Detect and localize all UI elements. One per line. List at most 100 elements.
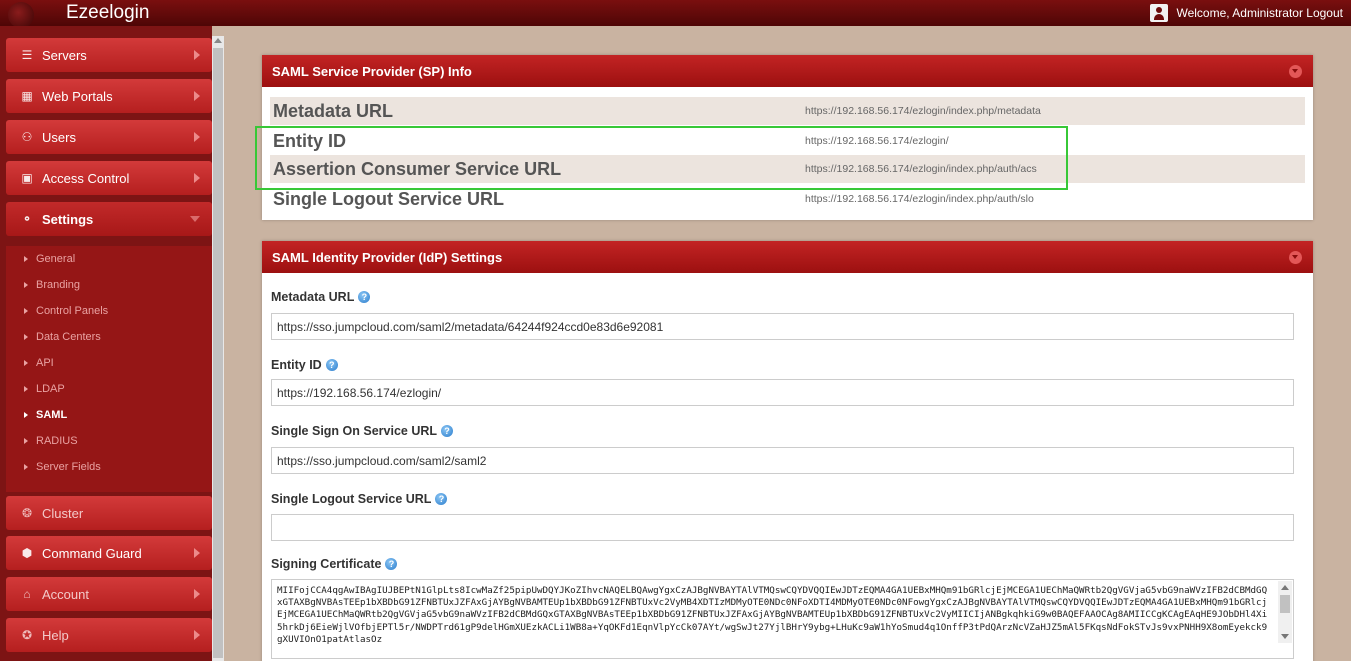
chevron-right-icon bbox=[194, 173, 200, 183]
submenu-item-general[interactable]: General bbox=[6, 246, 212, 272]
chevron-right-icon bbox=[194, 50, 200, 60]
submenu-item-control-panels[interactable]: Control Panels bbox=[6, 298, 212, 324]
sidebar-item-servers[interactable]: ☰ Servers bbox=[6, 38, 212, 72]
field-label-text: Entity ID bbox=[271, 358, 322, 372]
scroll-down-arrow-icon[interactable] bbox=[1281, 634, 1289, 639]
sidebar-item-command-guard[interactable]: ⬢ Command Guard bbox=[6, 536, 212, 570]
field-label-text: Single Logout Service URL bbox=[271, 492, 432, 506]
submenu-item-radius[interactable]: RADIUS bbox=[6, 428, 212, 454]
idp-slo-url-input[interactable] bbox=[271, 514, 1294, 541]
sidebar-item-settings[interactable]: ⚬ Settings bbox=[6, 202, 212, 236]
sidebar-item-access-control[interactable]: ▣ Access Control bbox=[6, 161, 212, 195]
shield-icon: ⬢ bbox=[21, 546, 33, 560]
collapse-icon[interactable] bbox=[1289, 251, 1302, 264]
idp-sso-url-input[interactable] bbox=[271, 447, 1294, 474]
sidebar-item-label: Cluster bbox=[42, 505, 84, 521]
bullet-icon bbox=[24, 360, 28, 366]
sidebar-item-label: Access Control bbox=[42, 170, 130, 186]
sidebar-item-label: Servers bbox=[42, 47, 87, 63]
sp-row-label: Metadata URL bbox=[273, 100, 394, 121]
submenu-item-api[interactable]: API bbox=[6, 350, 212, 376]
sp-row-label: Single Logout Service URL bbox=[273, 188, 505, 209]
bullet-icon bbox=[24, 438, 28, 444]
sidebar-item-label: Users bbox=[42, 129, 76, 145]
sidebar-item-label: Settings bbox=[42, 211, 94, 227]
submenu-item-branding[interactable]: Branding bbox=[6, 272, 212, 298]
idp-entity-id-input[interactable] bbox=[271, 379, 1294, 406]
chevron-right-icon bbox=[194, 548, 200, 558]
scroll-up-arrow-icon[interactable] bbox=[1281, 585, 1289, 590]
cluster-icon: ❂ bbox=[21, 506, 33, 520]
submenu-label: RADIUS bbox=[36, 435, 78, 447]
welcome-logout-link[interactable]: Welcome, Administrator Logout bbox=[1176, 6, 1343, 20]
brand-name[interactable]: Ezeelogin bbox=[66, 2, 149, 24]
sidebar-scrollbar[interactable] bbox=[212, 36, 224, 661]
idp-panel-title: SAML Identity Provider (IdP) Settings bbox=[272, 249, 503, 265]
settings-submenu: General Branding Control Panels Data Cen… bbox=[6, 246, 212, 492]
chevron-right-icon bbox=[194, 589, 200, 599]
sp-row-value: https://192.168.56.174/ezlogin/index.php… bbox=[805, 105, 1041, 117]
scrollbar-thumb[interactable] bbox=[1280, 595, 1290, 613]
sidebar-item-cluster[interactable]: ❂ Cluster bbox=[6, 496, 212, 530]
scroll-up-arrow-icon[interactable] bbox=[214, 38, 222, 43]
submenu-label: LDAP bbox=[36, 383, 65, 395]
bullet-icon bbox=[24, 282, 28, 288]
submenu-label: SAML bbox=[36, 409, 68, 421]
sidebar-item-account[interactable]: ⌂ Account bbox=[6, 577, 212, 611]
help-icon: ✪ bbox=[21, 628, 33, 642]
submenu-item-ldap[interactable]: LDAP bbox=[6, 376, 212, 402]
submenu-item-saml[interactable]: SAML bbox=[6, 402, 212, 428]
idp-entity-id-label: Entity ID ? bbox=[271, 358, 338, 372]
bullet-icon bbox=[24, 308, 28, 314]
info-icon[interactable]: ? bbox=[435, 493, 448, 505]
submenu-label: API bbox=[36, 357, 54, 369]
sp-panel-title: SAML Service Provider (SP) Info bbox=[272, 63, 472, 79]
field-label-text: Signing Certificate bbox=[271, 557, 382, 571]
user-icon bbox=[1150, 4, 1169, 22]
idp-panel-header: SAML Identity Provider (IdP) Settings bbox=[262, 241, 1313, 273]
submenu-label: Server Fields bbox=[36, 461, 101, 473]
textarea-scrollbar[interactable] bbox=[1278, 581, 1292, 643]
briefcase-icon: ▣ bbox=[21, 171, 33, 185]
settings-icon: ⚬ bbox=[21, 212, 33, 226]
info-icon[interactable]: ? bbox=[325, 359, 338, 371]
chevron-right-icon bbox=[194, 132, 200, 142]
bullet-icon bbox=[24, 386, 28, 392]
bullet-icon bbox=[24, 464, 28, 470]
collapse-icon[interactable] bbox=[1289, 65, 1302, 78]
sidebar-item-label: Web Portals bbox=[42, 88, 113, 104]
idp-metadata-url-input[interactable] bbox=[271, 313, 1294, 340]
sidebar-item-label: Account bbox=[42, 586, 89, 602]
grid-icon: ▦ bbox=[21, 89, 33, 103]
chevron-right-icon bbox=[194, 91, 200, 101]
info-icon[interactable]: ? bbox=[385, 558, 398, 570]
highlight-box bbox=[255, 126, 1068, 190]
sidebar-item-web-portals[interactable]: ▦ Web Portals bbox=[6, 79, 212, 113]
idp-slo-url-label: Single Logout Service URL ? bbox=[271, 492, 448, 506]
scrollbar-thumb[interactable] bbox=[213, 48, 223, 658]
info-icon[interactable]: ? bbox=[358, 291, 371, 303]
user-area: Welcome, Administrator Logout bbox=[1150, 4, 1343, 22]
idp-sso-url-label: Single Sign On Service URL ? bbox=[271, 424, 454, 438]
bullet-icon bbox=[24, 412, 28, 418]
info-icon[interactable]: ? bbox=[441, 425, 454, 437]
sidebar-item-label: Help bbox=[42, 627, 69, 643]
submenu-label: General bbox=[36, 253, 76, 265]
signing-certificate-textarea[interactable]: MIIFojCCA4qgAwIBAgIUJBEPtN1GlpLts8IcwMaZ… bbox=[271, 579, 1294, 659]
certificate-text: MIIFojCCA4qgAwIBAgIUJBEPtN1GlpLts8IcwMaZ… bbox=[277, 585, 1268, 645]
submenu-label: Control Panels bbox=[36, 305, 109, 317]
submenu-item-data-centers[interactable]: Data Centers bbox=[6, 324, 212, 350]
field-label-text: Single Sign On Service URL bbox=[271, 424, 438, 438]
sp-row-value: https://192.168.56.174/ezlogin/index.php… bbox=[805, 193, 1034, 205]
field-label-text: Metadata URL bbox=[271, 290, 355, 304]
submenu-label: Data Centers bbox=[36, 331, 101, 343]
list-icon: ☰ bbox=[21, 48, 33, 62]
sidebar-item-users[interactable]: ⚇ Users bbox=[6, 120, 212, 154]
bullet-icon bbox=[24, 334, 28, 340]
bullet-icon bbox=[24, 256, 28, 262]
logo-icon bbox=[0, 0, 44, 28]
signing-certificate-label: Signing Certificate ? bbox=[271, 557, 398, 571]
sp-row-metadata-url: Metadata URL https://192.168.56.174/ezlo… bbox=[270, 97, 1305, 125]
submenu-item-server-fields[interactable]: Server Fields bbox=[6, 454, 212, 480]
sidebar-item-help[interactable]: ✪ Help bbox=[6, 618, 212, 652]
